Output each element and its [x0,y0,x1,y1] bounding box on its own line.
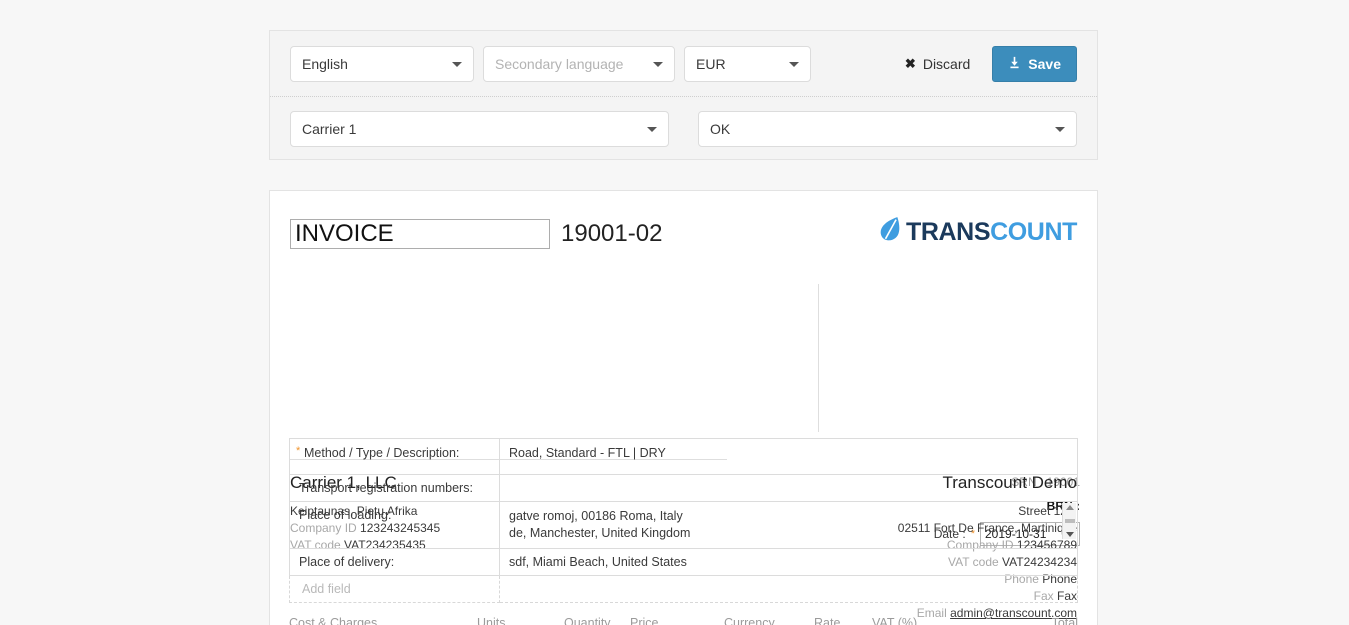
field-value-line-2: de, Manchester, United Kingdom [509,526,691,540]
invoice-title-row: 19001-02 [290,219,662,249]
add-field-label-cell[interactable]: Add field [289,575,500,603]
field-value-cell[interactable]: sdf, Miami Beach, United States [499,548,1078,576]
field-label-cell[interactable]: * Method / Type / Description: [289,438,500,475]
transcount-logo: TRANSCOUNT [877,216,1077,248]
shipment-fields-table: * Method / Type / Description: Road, Sta… [289,438,1078,603]
currency-select-value: EUR [696,55,726,72]
field-value-line-1: gatve romoj, 00186 Roma, Italy [509,509,683,523]
logo-text: TRANSCOUNT [906,217,1077,246]
field-label: Method / Type / Description: [304,446,460,460]
add-field-value-cell[interactable] [499,575,1078,603]
required-asterisk: * [296,445,301,457]
toolbar-panel: English Secondary language EUR ✖ Discard [269,30,1098,160]
leaf-icon [877,216,903,248]
secondary-language-select[interactable]: Secondary language [483,45,675,82]
scroll-down-icon[interactable] [1065,532,1074,537]
column-header-total: Total [1051,616,1078,625]
column-header-quantity: Quantity [564,616,611,625]
language-select[interactable]: English [290,45,474,82]
field-value: sdf, Miami Beach, United States [509,555,687,569]
field-value-cell[interactable]: gatve romoj, 00186 Roma, Italy de, Manch… [499,501,1078,549]
add-field-label: Add field [302,582,351,596]
invoice-body: 19001-02 TRANSCOUNT Carrier 1, LLC Keipt… [270,191,1097,625]
save-button[interactable]: Save [992,45,1077,82]
column-header-price: Price [630,616,659,625]
scroll-up-icon[interactable] [1065,505,1074,510]
field-label-cell[interactable]: Place of delivery: [289,548,500,576]
invoice-panel: 19001-02 TRANSCOUNT Carrier 1, LLC Keipt… [269,190,1098,625]
field-label-cell[interactable]: Place of loading: [289,501,500,549]
carrier-select[interactable]: Carrier 1 [290,110,669,147]
discard-button-label: Discard [922,55,971,72]
logo-text-primary: TRANS [906,217,991,246]
field-value-cell[interactable]: Road, Standard - FTL | DRY [499,438,1078,475]
table-row: Place of loading: gatve romoj, 00186 Rom… [289,501,1078,549]
invoice-title-input[interactable] [290,219,550,249]
field-value-cell[interactable] [499,474,1078,502]
table-row: Transport registration numbers: [289,474,1078,502]
toolbar-row-secondary: Carrier 1 OK [270,96,1097,160]
language-select-value: English [302,55,348,72]
invoice-number: 19001-02 [561,220,663,247]
close-icon: ✖ [904,56,916,71]
field-label: Transport registration numbers: [299,481,473,495]
field-value: Road, Standard - FTL | DRY [509,446,666,460]
status-select[interactable]: OK [698,110,1077,147]
column-header-currency: Currency [724,616,775,625]
chevron-down-icon [789,61,799,67]
secondary-language-select-value: Secondary language [495,55,624,72]
field-label: Place of delivery: [299,555,395,569]
chevron-down-icon [647,126,657,132]
cell-scrollbar[interactable] [1062,503,1076,539]
table-row: * Method / Type / Description: Road, Sta… [289,438,1078,475]
meta-divider [818,284,819,432]
toolbar-row-primary: English Secondary language EUR ✖ Discard [270,31,1097,96]
add-field-row[interactable]: Add field [289,575,1078,603]
table-row: Place of delivery: sdf, Miami Beach, Uni… [289,548,1078,576]
field-label: Place of loading: [299,508,392,522]
app-page: English Secondary language EUR ✖ Discard [0,0,1349,625]
currency-select[interactable]: EUR [684,45,811,82]
cost-charges-header-row: Cost & Charges Units Quantity Price Curr… [289,616,1078,625]
save-button-label: Save [1028,55,1061,72]
logo-text-secondary: COUNT [990,217,1077,246]
chevron-down-icon [452,61,462,67]
field-label-cell[interactable]: Transport registration numbers: [289,474,500,502]
discard-button[interactable]: ✖ Discard [897,50,978,78]
carrier-select-value: Carrier 1 [302,120,357,137]
column-header-units: Units [477,616,506,625]
status-select-value: OK [710,120,731,137]
chevron-down-icon [1055,126,1065,132]
column-header-rate: Rate [814,616,841,625]
column-header-cost-charges: Cost & Charges [289,616,378,625]
scrollbar-thumb[interactable] [1064,519,1075,523]
chevron-down-icon [653,61,663,67]
download-icon [1008,56,1021,71]
column-header-vat: VAT (%) [872,616,918,625]
